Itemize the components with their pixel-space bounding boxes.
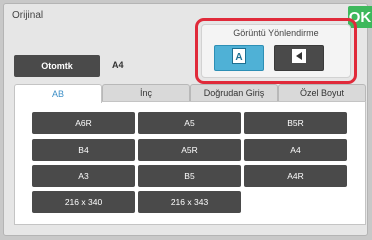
svg-text:A: A [235, 52, 242, 63]
size-button-a4[interactable]: A4 [244, 139, 347, 161]
tab-ab[interactable]: AB [14, 84, 102, 103]
current-size-label: A4 [112, 60, 124, 70]
size-button-a3[interactable]: A3 [32, 165, 135, 187]
landscape-arrow-icon [292, 48, 306, 68]
size-button-a4r[interactable]: A4R [244, 165, 347, 187]
size-tabs: AB İnç Doğrudan Giriş Özel Boyut [14, 84, 366, 103]
landscape-orientation-button[interactable] [274, 45, 324, 71]
orientation-title: Görüntü Yönlendirme [233, 28, 319, 38]
size-button-b5[interactable]: B5 [138, 165, 241, 187]
tab-custom-size[interactable]: Özel Boyut [278, 84, 366, 101]
size-button-a6r[interactable]: A6R [32, 112, 135, 134]
size-button-216x340[interactable]: 216 x 340 [32, 191, 135, 213]
size-button-b5r[interactable]: B5R [244, 112, 347, 134]
page-title: Orijinal [12, 10, 44, 21]
size-button-b4[interactable]: B4 [32, 139, 135, 161]
portrait-A-icon: A [232, 47, 246, 69]
size-button-216x343[interactable]: 216 x 343 [138, 191, 241, 213]
portrait-orientation-button[interactable]: A [214, 45, 264, 71]
size-button-a5[interactable]: A5 [138, 112, 241, 134]
tab-inch[interactable]: İnç [102, 84, 190, 101]
auto-button[interactable]: Otomtk [14, 55, 100, 77]
size-button-a5r[interactable]: A5R [138, 139, 241, 161]
tab-direct-entry[interactable]: Doğrudan Giriş [190, 84, 278, 101]
